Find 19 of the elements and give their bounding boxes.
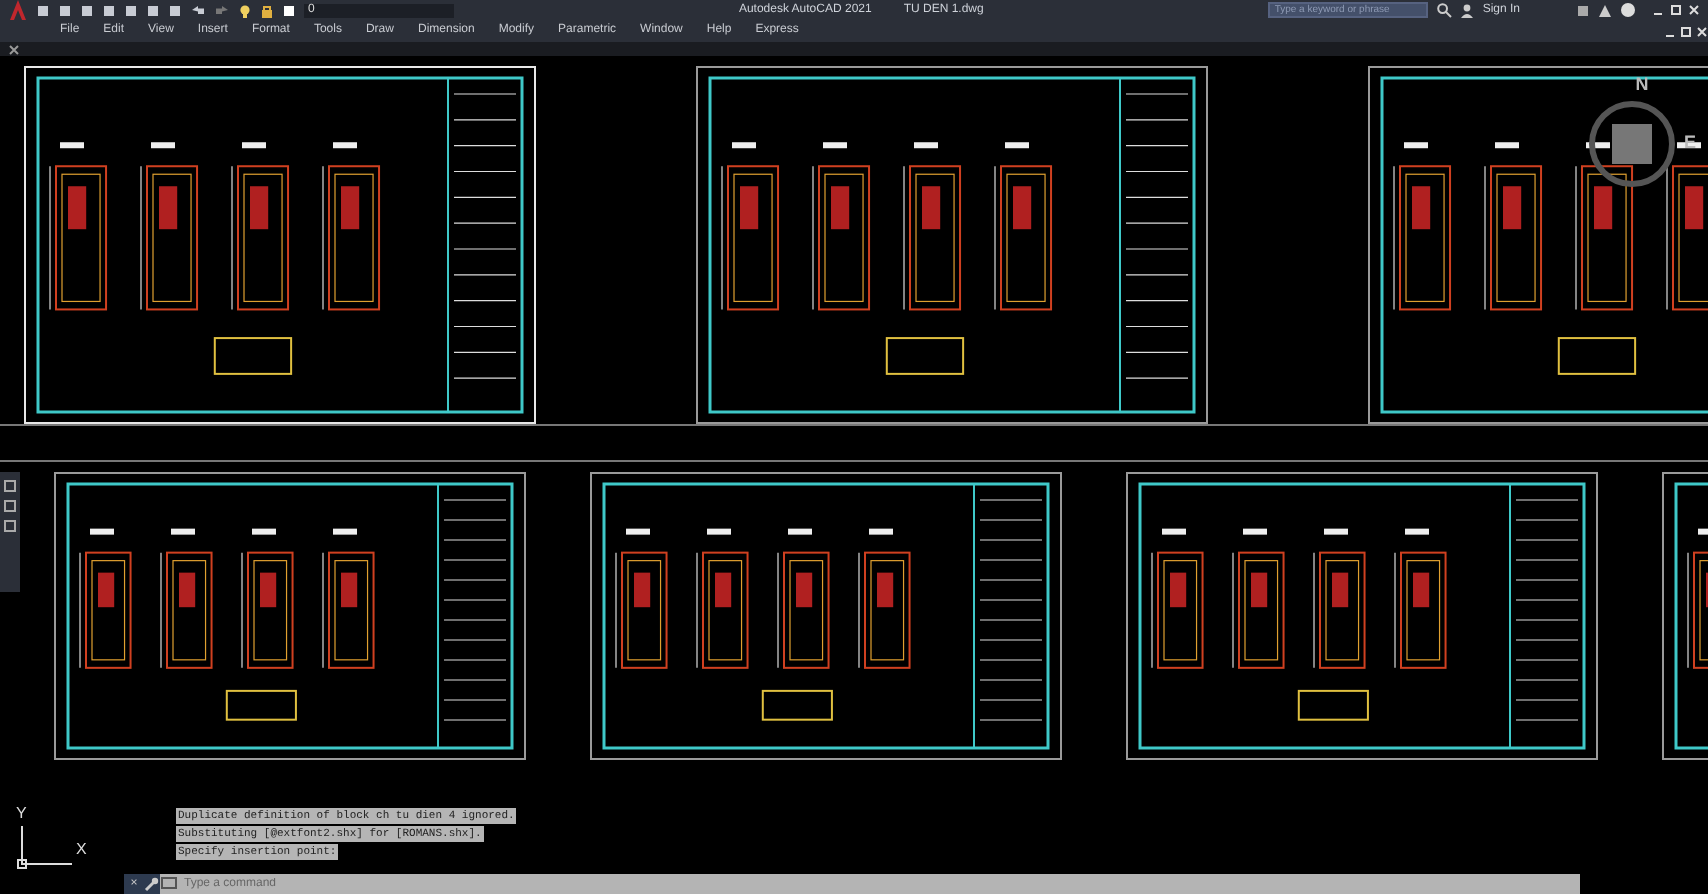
axis-label: Y [16, 802, 29, 826]
window-controls[interactable] [1664, 23, 1708, 39]
redo-icon[interactable] [214, 3, 230, 17]
axis-label: X [76, 838, 87, 862]
close-icon[interactable] [8, 43, 20, 55]
view-cube[interactable] [1587, 99, 1676, 187]
lock-icon[interactable] [260, 3, 274, 17]
ucs-icon [16, 826, 76, 870]
compass-label: E [1683, 129, 1696, 156]
compass-label: N [1635, 72, 1649, 98]
square-icon[interactable] [282, 3, 296, 17]
window-controls[interactable] [1652, 2, 1700, 18]
bulb-icon[interactable] [238, 3, 252, 17]
triangle-icon[interactable] [1598, 3, 1612, 17]
user-icon[interactable] [1460, 3, 1475, 17]
undo-icon[interactable] [190, 3, 206, 17]
prompt-icon[interactable] [160, 874, 180, 894]
wrench-icon[interactable] [144, 876, 160, 892]
search-icon[interactable] [1436, 2, 1453, 18]
